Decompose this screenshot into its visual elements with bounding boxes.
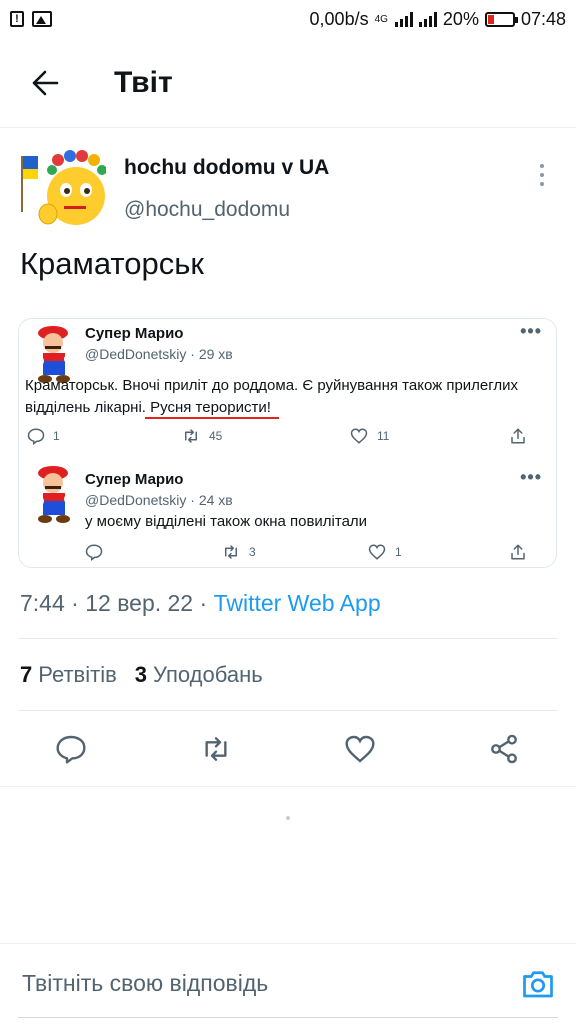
quoted-text: Краматорськ. Вночі приліт до роддома. Є … — [25, 377, 519, 416]
battery-percent: 20% — [442, 8, 479, 29]
tweet-text: Краматорськ — [20, 246, 204, 281]
retweet-icon — [185, 429, 197, 443]
retweet-icon — [205, 737, 227, 761]
share-icon — [511, 428, 525, 444]
tweet-actions — [0, 726, 576, 772]
share-button[interactable] — [481, 726, 527, 772]
quoted-reply — [85, 543, 103, 561]
retweet-button[interactable] — [193, 726, 239, 772]
battery-icon — [484, 11, 518, 27]
like-icon — [368, 544, 386, 560]
status-bar: ! 0,00b/s 4G 20% 07:48 — [0, 0, 576, 38]
divider — [18, 638, 558, 639]
quoted-share — [509, 427, 527, 445]
retweets-stat[interactable]: 7 Ретвітів — [20, 662, 117, 688]
tweet-stats: 7 Ретвітів 3 Уподобань — [20, 662, 263, 688]
likes-stat[interactable]: 3 Уподобань — [135, 662, 263, 688]
tweet-source-link[interactable]: Twitter Web App — [214, 590, 381, 616]
tweet-author: hochu dodomu v UA @hochu_dodomu — [18, 148, 558, 228]
quoted-share — [509, 543, 527, 561]
red-underline — [145, 417, 279, 419]
author-handle[interactable]: @hochu_dodomu — [124, 198, 329, 222]
divider — [0, 786, 576, 787]
tweet-timestamp: 7:44 · 12 вер. 22 · Twitter Web App — [20, 590, 381, 616]
mario-avatar-icon — [34, 326, 74, 383]
quoted-author-name: Супер Марио — [85, 471, 184, 488]
reply-bar: Твітніть свою відповідь — [0, 944, 576, 1024]
quoted-like: 11 — [349, 427, 389, 445]
mario-avatar-icon — [34, 466, 74, 523]
quoted-text: у моєму відділені також окна повилітали — [85, 513, 368, 530]
loading-indicator — [286, 816, 290, 820]
image-icon — [32, 11, 52, 27]
quoted-post-1: Супер Марио @DedDonetskiy · 29 хв ••• Кр… — [19, 319, 556, 451]
author-name[interactable]: hochu dodomu v UA — [124, 156, 329, 180]
quoted-post-2: Супер Марио @DedDonetskiy · 24 хв ••• у … — [19, 459, 556, 567]
top-app-bar: Твіт — [0, 38, 576, 128]
network-speed: 0,00b/s — [309, 8, 369, 29]
camera-icon — [523, 971, 553, 998]
like-icon — [350, 428, 368, 444]
reply-icon — [27, 428, 45, 445]
more-vertical-icon[interactable] — [532, 160, 552, 190]
reply-icon — [85, 544, 103, 561]
back-arrow-icon — [32, 70, 59, 95]
quoted-author-name: Супер Марио — [85, 325, 184, 342]
page-title: Твіт — [114, 65, 173, 99]
quoted-more-icon: ••• — [520, 467, 542, 487]
reply-input[interactable]: Твітніть свою відповідь — [22, 970, 268, 997]
camera-button[interactable] — [520, 966, 556, 1002]
share-icon — [491, 734, 517, 764]
like-icon — [345, 735, 375, 763]
like-button[interactable] — [337, 726, 383, 772]
network-type: 4G — [374, 13, 388, 25]
clock: 07:48 — [520, 8, 566, 29]
quoted-retweet: 45 — [181, 427, 222, 445]
quoted-author-meta: @DedDonetskiy · 29 хв — [85, 346, 233, 362]
quoted-more-icon: ••• — [520, 321, 542, 341]
quoted-like: 1 — [367, 543, 402, 561]
attached-image[interactable]: Супер Марио @DedDonetskiy · 29 хв ••• Кр… — [18, 318, 557, 568]
divider — [18, 710, 558, 711]
quoted-reply: 1 — [27, 427, 60, 445]
signal-2-icon — [418, 11, 437, 27]
reply-button[interactable] — [48, 726, 94, 772]
reply-icon — [56, 735, 86, 764]
share-icon — [511, 544, 525, 560]
signal-icon — [394, 11, 413, 27]
avatar[interactable] — [18, 148, 107, 228]
quoted-author-meta: @DedDonetskiy · 24 хв — [85, 492, 233, 508]
retweet-icon — [225, 545, 237, 559]
quoted-retweet: 3 — [221, 543, 256, 561]
warning-icon: ! — [10, 11, 24, 27]
back-button[interactable] — [17, 55, 73, 111]
reply-underline — [18, 1017, 558, 1018]
